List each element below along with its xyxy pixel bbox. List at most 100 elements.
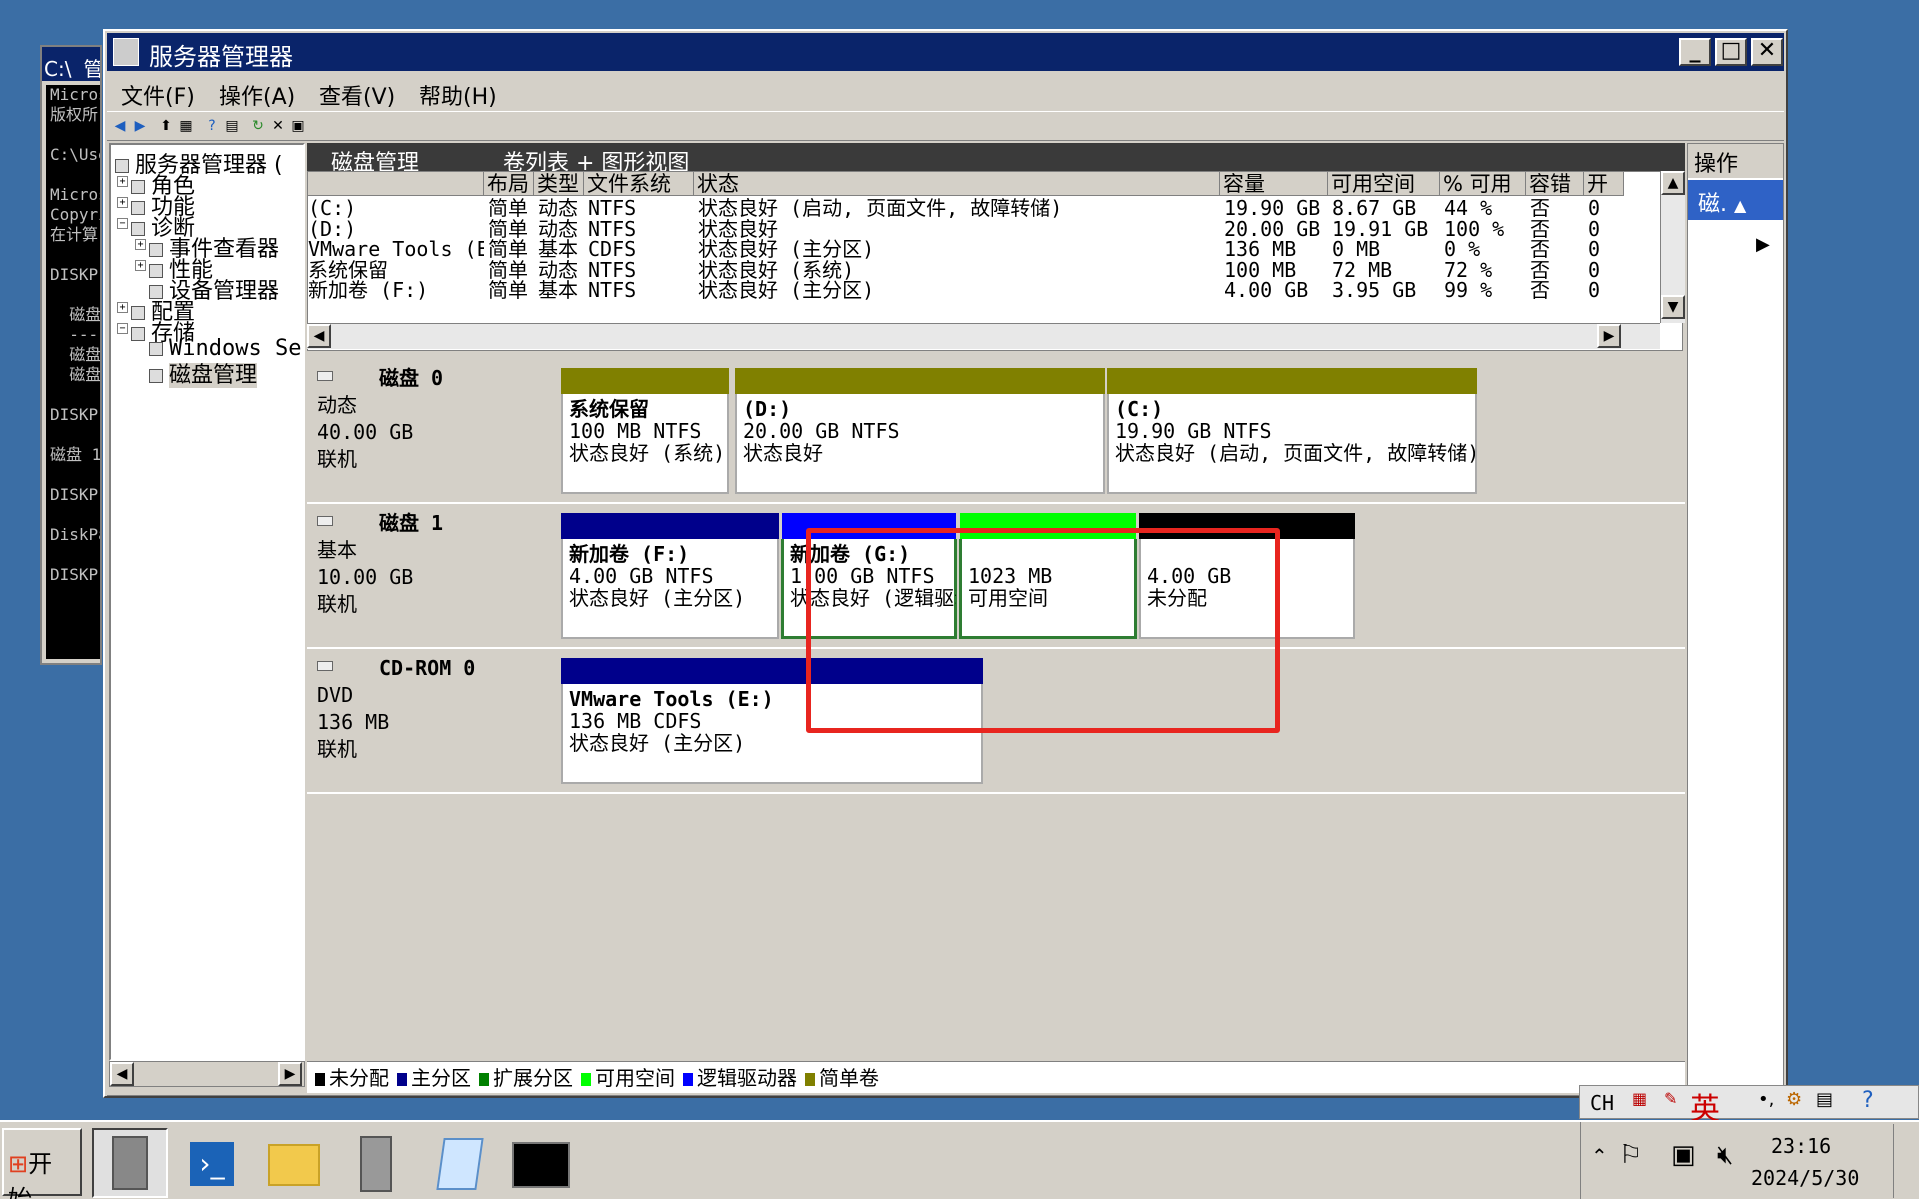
forward-icon[interactable]: ▶ [131,117,149,135]
properties-icon[interactable]: ▤ [223,117,241,135]
partition-block[interactable]: 4.00 GB 未分配 [1139,513,1355,639]
disk-info[interactable]: CD-ROM 0 DVD 136 MB 联机 [309,655,559,790]
taskbar-cmd[interactable] [502,1128,578,1198]
menu-view[interactable]: 查看(V) [319,79,395,111]
volume-muted-icon[interactable]: 🔇︎ [1717,1140,1733,1171]
taskbar-admin-tools[interactable] [338,1128,414,1198]
partition-block[interactable]: 新加卷 (F:) 4.00 GB NTFS 状态良好 (主分区) [561,513,779,639]
column-header[interactable]: 可用空间 [1328,172,1440,196]
column-header[interactable]: 容错 [1526,172,1584,196]
partition-block[interactable]: (C:) 19.90 GB NTFS 状态良好 (启动, 页面文件, 故障转储) [1107,368,1477,494]
ime-mode-icon[interactable]: ✎ [1664,1089,1677,1108]
minimize-button[interactable]: _ [1679,38,1711,66]
taskbar-server-manager[interactable] [92,1128,168,1198]
refresh-icon[interactable]: ↻ [249,117,267,135]
show-hide-tree-icon[interactable]: ▦ [177,117,195,135]
scroll-right-icon[interactable]: ▶ [1597,324,1621,348]
network-icon[interactable]: ▣ [1671,1140,1696,1170]
actions-disk-management[interactable]: 磁. ▲ [1688,180,1783,220]
console-line: Copyri [50,205,100,224]
volume-list-horizontal-scrollbar[interactable]: ◀ ▶ [307,323,1660,349]
tree-horizontal-scrollbar[interactable]: ◀ ▶ [109,1061,305,1087]
column-header[interactable]: 容量 [1220,172,1328,196]
expand-icon[interactable]: + [117,197,128,208]
expand-icon[interactable]: + [135,260,146,271]
partition-color-bar [561,368,729,394]
lang-indicator[interactable]: CH [1590,1091,1614,1115]
help-icon[interactable]: ? [203,117,221,135]
console-line: ---- [69,325,100,344]
table-cell: 4.00 GB [1224,278,1309,302]
collapse-arrow-icon[interactable]: ▲ [1734,196,1746,215]
collapse-icon[interactable]: − [117,218,128,229]
ime-settings-icon[interactable]: ⚙ [1786,1089,1802,1110]
action-center-flag-icon[interactable]: ⚐ [1619,1140,1642,1170]
scroll-right-icon[interactable]: ▶ [278,1062,302,1086]
menu-action[interactable]: 操作(A) [219,79,295,111]
maximize-button[interactable]: □ [1715,38,1747,66]
console-line: 磁盘 1 [50,445,100,464]
column-header[interactable]: % 可用 [1440,172,1526,196]
close-button[interactable]: ✕ [1751,38,1783,66]
more-actions-icon[interactable]: ▶ [1756,234,1770,255]
back-icon[interactable]: ◀ [111,117,129,135]
punctuation-icon[interactable]: •, [1758,1089,1774,1110]
toolbar: ◀ ▶ ⬆ ▦ ? ▤ ↻ ✕ ▣ [107,111,1784,141]
scroll-left-icon[interactable]: ◀ [110,1062,134,1086]
show-hidden-icons-icon[interactable]: ⌃ [1591,1144,1608,1168]
delete-icon[interactable]: ✕ [269,117,287,135]
expand-icon[interactable]: + [135,239,146,250]
clock-time[interactable]: 23:16 [1771,1134,1831,1158]
partition-block[interactable]: 新加卷 (G:)1.00 GB NTFS状态良好 (逻辑驱动器) [781,513,957,639]
server-icon [112,1136,148,1190]
tree-disk-management[interactable]: 磁盘管理 [149,357,258,389]
folder-icon [268,1144,320,1186]
legend: 未分配 主分区 扩展分区 可用空间 逻辑驱动器 简单卷 [307,1061,1685,1093]
show-desktop-button[interactable] [1893,1124,1917,1198]
partition-block[interactable]: 1023 MB 可用空间 [959,513,1137,639]
console-window[interactable]: C:\ 管 Micros版权所 C:\Use MicrosCopyri在计算 D… [40,45,102,665]
column-header[interactable]: 状态 [694,172,1220,196]
scroll-down-icon[interactable]: ▼ [1661,295,1685,319]
help-icon[interactable]: ? [1862,1088,1874,1113]
storage-icon [131,327,145,341]
disk-info[interactable]: 磁盘 0 动态 40.00 GB 联机 [309,365,559,500]
actions-pane: 操作 磁. ▲ ▶ [1687,143,1784,1093]
ime-icon[interactable]: ▦ [1632,1089,1647,1108]
notepad-icon [436,1138,484,1190]
partition-block[interactable]: (D:) 20.00 GB NTFS 状态良好 [735,368,1105,494]
disk-management-icon [149,369,163,383]
volume-list-vertical-scrollbar[interactable]: ▲ ▼ [1660,171,1685,323]
clock-date[interactable]: 2024/5/30 [1751,1166,1859,1190]
table-row[interactable]: 新加卷 (F:) 简单 基本 NTFS 状态良好 (主分区) 4.00 GB 3.95 GB… [308,278,1682,302]
title-bar[interactable]: 服务器管理器 _ □ ✕ [107,33,1784,71]
up-folder-icon[interactable]: ⬆ [157,117,175,135]
disk-management-pane: 磁盘管理 卷列表 + 图形视图 卷布局类型文件系统状态容量可用空间% 可用容错开… [307,143,1685,1093]
console-line: Micros [50,85,100,104]
taskbar-explorer[interactable] [256,1128,332,1198]
soft-keyboard-icon[interactable]: ▤ [1816,1089,1833,1110]
menu-help[interactable]: 帮助(H) [419,79,497,111]
partition-block[interactable]: VMware Tools (E:) 136 MB CDFS 状态良好 (主分区) [561,658,983,784]
language-bar[interactable]: CH ▦ ✎ 英 •, ⚙ ▤ ? [1579,1085,1919,1127]
column-header[interactable]: 卷 [308,172,484,196]
column-header[interactable]: 文件系统 [584,172,694,196]
column-header[interactable]: 开 [1584,172,1624,196]
console-line: 磁盘 [50,365,100,384]
expand-icon[interactable]: + [117,302,128,313]
expand-icon[interactable]: + [117,176,128,187]
disk-info[interactable]: 磁盘 1 基本 10.00 GB 联机 [309,510,559,645]
collapse-icon[interactable]: − [117,323,128,334]
column-header[interactable]: 类型 [534,172,584,196]
taskbar-powershell[interactable]: ›_ [174,1128,250,1198]
menu-file[interactable]: 文件(F) [121,79,195,111]
taskbar-notepad[interactable] [420,1128,496,1198]
partition-block[interactable]: 系统保留 100 MB NTFS 状态良好 (系统) [561,368,729,494]
start-button[interactable]: ⊞开始 [2,1128,82,1199]
column-header[interactable]: 布局 [484,172,534,196]
scroll-up-icon[interactable]: ▲ [1661,171,1685,195]
scroll-left-icon[interactable]: ◀ [307,324,331,348]
disk-row: 磁盘 0 动态 40.00 GB 联机 系统保留 100 MB NTFS 状态良好 (系统)… [307,359,1685,504]
export-icon[interactable]: ▣ [289,117,307,135]
